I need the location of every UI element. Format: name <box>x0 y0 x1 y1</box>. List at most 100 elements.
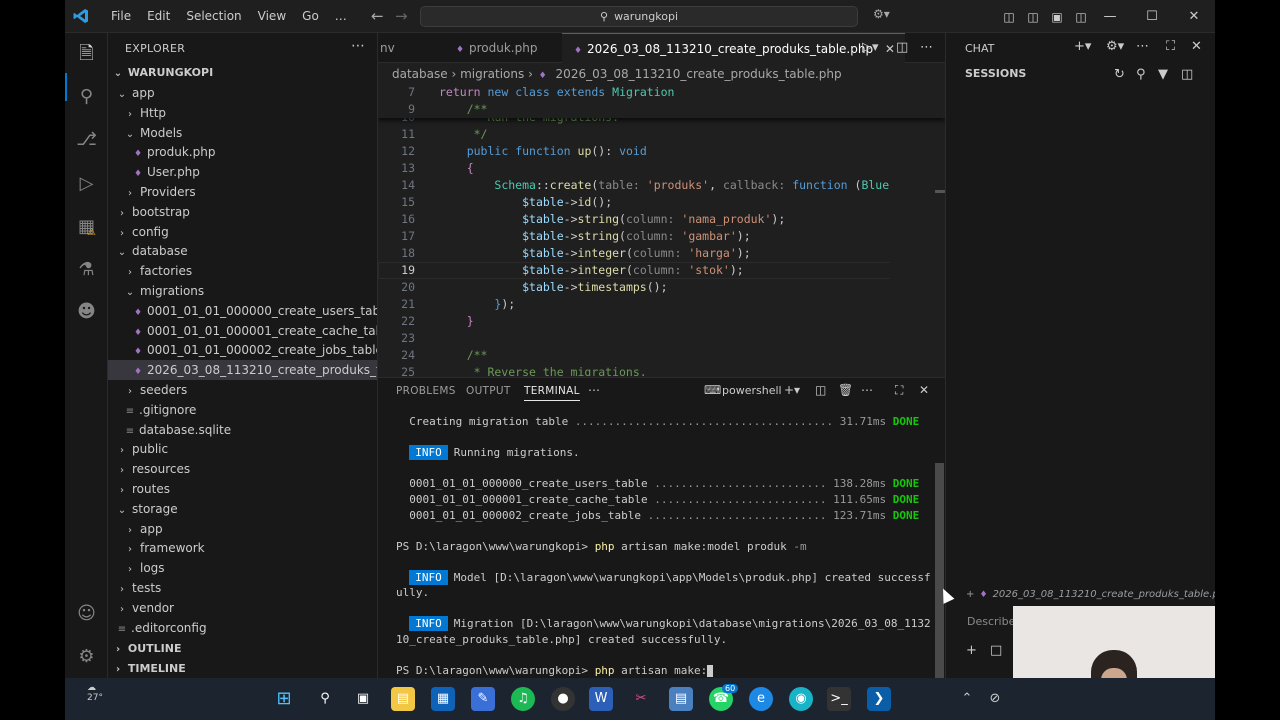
menu-go[interactable]: Go <box>294 0 327 33</box>
sidebar-toggle-icon[interactable]: ◫ <box>1021 10 1045 24</box>
task-view-icon[interactable]: ▣ <box>351 687 375 711</box>
search-icon[interactable]: ⚲ <box>76 86 97 107</box>
maximize-panel-icon[interactable]: ⛶ <box>895 383 903 398</box>
layout-toggle-icon[interactable]: ◫ <box>1181 67 1193 82</box>
forward-arrow-icon[interactable]: → <box>395 7 408 25</box>
source-control-icon[interactable]: ⎇ <box>76 129 97 150</box>
code-line[interactable]: 13 { <box>378 160 945 177</box>
tree-folder[interactable]: › config <box>108 222 377 242</box>
editor-scrollbar[interactable] <box>935 190 945 193</box>
tree-file[interactable]: ♦ produk.php <box>108 142 377 162</box>
tree-folder[interactable]: › routes <box>108 479 377 499</box>
mode-picker-icon[interactable]: □ <box>990 643 1002 658</box>
timeline-section[interactable]: › TIMELINE <box>108 659 377 678</box>
tree-file[interactable]: ≡ .gitignore <box>108 400 377 420</box>
tree-folder[interactable]: ⌄ app <box>108 83 377 103</box>
github-icon[interactable]: ● <box>551 687 575 711</box>
filter-icon[interactable]: ▼ <box>1158 67 1168 82</box>
file-explorer-icon[interactable]: ▤ <box>391 687 415 711</box>
more-actions-icon[interactable]: ⋯ <box>351 38 365 54</box>
tree-file[interactable]: ♦ User.php <box>108 162 377 182</box>
settings-gear-icon[interactable]: ⚙ <box>76 646 97 667</box>
tree-file[interactable]: ♦ 2026_03_08_113210_create_produks_table.… <box>108 360 377 381</box>
minimize-icon[interactable]: — <box>1089 9 1131 24</box>
tree-folder[interactable]: › resources <box>108 459 377 479</box>
menu-edit[interactable]: Edit <box>139 0 178 33</box>
search-icon[interactable]: ⚲ <box>1136 67 1146 82</box>
command-center-search[interactable]: ⚲ warungkopi <box>420 6 858 27</box>
refresh-icon[interactable]: ↻ <box>1114 67 1125 82</box>
menu-selection[interactable]: Selection <box>178 0 249 33</box>
split-terminal-icon[interactable]: ◫ <box>815 383 826 397</box>
tree-folder[interactable]: › seeders <box>108 380 377 400</box>
code-line[interactable]: 25 * Reverse the migrations. <box>378 364 945 376</box>
tree-folder[interactable]: › logs <box>108 558 377 578</box>
tree-folder[interactable]: › Http <box>108 103 377 123</box>
code-line[interactable]: 18 $table->integer(column: 'harga'); <box>378 245 945 262</box>
more-actions-icon[interactable]: ⋯ <box>920 40 933 55</box>
tree-file[interactable]: ♦ 0001_01_01_000000_create_users_table.ph… <box>108 301 377 321</box>
remote-explorer-icon[interactable]: ☻ <box>76 301 97 322</box>
code-line[interactable]: 21 }); <box>378 296 945 313</box>
code-line[interactable]: 11 */ <box>378 126 945 143</box>
testing-flask-icon[interactable]: ⚗ <box>76 259 97 280</box>
kill-terminal-trash-icon[interactable]: 🗑 <box>838 383 853 397</box>
store-icon[interactable]: ▦ <box>431 687 455 711</box>
tab-output[interactable]: OUTPUT <box>466 385 511 397</box>
workspace-root[interactable]: ⌄ WARUNGKOPI <box>108 63 377 83</box>
code-line[interactable]: 23 <box>378 330 945 347</box>
tree-folder[interactable]: ⌄ Models <box>108 123 377 143</box>
tab-problems[interactable]: PROBLEMS <box>396 385 456 397</box>
close-chat-icon[interactable]: ✕ <box>1191 39 1202 54</box>
tab-create-produks-migration[interactable]: ♦ 2026_03_08_113210_create_produks_table.… <box>562 33 905 63</box>
tree-folder[interactable]: › Providers <box>108 182 377 202</box>
terminal-icon[interactable]: >_ <box>827 687 851 711</box>
tree-folder[interactable]: › vendor <box>108 598 377 618</box>
windows-start-icon[interactable]: ⊞ <box>272 687 296 711</box>
outline-section[interactable]: › OUTLINE <box>108 639 377 659</box>
network-off-icon[interactable]: ⊘ <box>983 687 1007 711</box>
menu-file[interactable]: File <box>103 0 139 33</box>
tree-folder[interactable]: › tests <box>108 578 377 598</box>
tree-folder[interactable]: › public <box>108 439 377 459</box>
menu-more[interactable]: … <box>327 0 355 33</box>
code-line[interactable]: 20 $table->timestamps(); <box>378 279 945 296</box>
tree-file[interactable]: ≡ .editorconfig <box>108 618 377 638</box>
tab-produk[interactable]: ♦ produk.php <box>444 33 547 63</box>
code-line[interactable]: 22 } <box>378 313 945 330</box>
add-icon[interactable]: + <box>966 643 977 658</box>
chat-settings-gear-icon[interactable]: ⚙▾ <box>1106 39 1124 54</box>
browser-icon[interactable]: ◉ <box>789 687 813 711</box>
edge-icon[interactable]: e <box>749 687 773 711</box>
tree-folder[interactable]: › factories <box>108 261 377 281</box>
back-arrow-icon[interactable]: ← <box>371 7 384 25</box>
breadcrumb-migrations[interactable]: migrations <box>460 67 524 81</box>
terminal-scrollbar[interactable] <box>935 463 944 678</box>
shell-name[interactable]: powershell <box>722 384 782 397</box>
code-line[interactable]: 15 $table->id(); <box>378 194 945 211</box>
more-actions-icon[interactable]: ⋯ <box>588 383 600 397</box>
tree-file[interactable]: ♦ 0001_01_01_000001_create_cache_table.ph… <box>108 321 377 341</box>
code-line[interactable]: 24 /** <box>378 347 945 364</box>
explorer-files-icon[interactable]: 🗎 <box>76 43 97 64</box>
panel-toggle-icon[interactable]: ▣ <box>1045 10 1069 24</box>
weather-widget[interactable]: ☁ 27° <box>87 683 103 703</box>
tab-truncated[interactable]: nv <box>378 33 400 63</box>
close-tab-icon[interactable]: ✕ <box>885 42 895 56</box>
app-icon[interactable]: ✎ <box>471 687 495 711</box>
code-line[interactable]: 16 $table->string(column: 'nama_produk')… <box>378 211 945 228</box>
more-actions-icon[interactable]: ⋯ <box>861 383 873 397</box>
tree-folder[interactable]: ⌄ database <box>108 241 377 261</box>
notepad-icon[interactable]: ▤ <box>669 687 693 711</box>
attached-file-chip[interactable]: + ♦ 2026_03_08_113210_create_produks_tabl… <box>966 589 1215 600</box>
more-actions-icon[interactable]: ⋯ <box>1136 39 1149 54</box>
account-icon[interactable]: ☺ <box>76 603 97 624</box>
tree-folder[interactable]: › bootstrap <box>108 202 377 222</box>
tab-terminal[interactable]: TERMINAL <box>524 385 580 401</box>
tree-folder[interactable]: ⌄ storage <box>108 499 377 519</box>
tree-folder[interactable]: ⌄ migrations <box>108 281 377 301</box>
snipping-tool-icon[interactable]: ✂ <box>629 687 653 711</box>
run-debug-icon[interactable]: ▷ <box>76 173 97 194</box>
code-line[interactable]: 19 $table->integer(column: 'stok'); <box>378 262 945 279</box>
spotify-icon[interactable]: ♫ <box>511 687 535 711</box>
